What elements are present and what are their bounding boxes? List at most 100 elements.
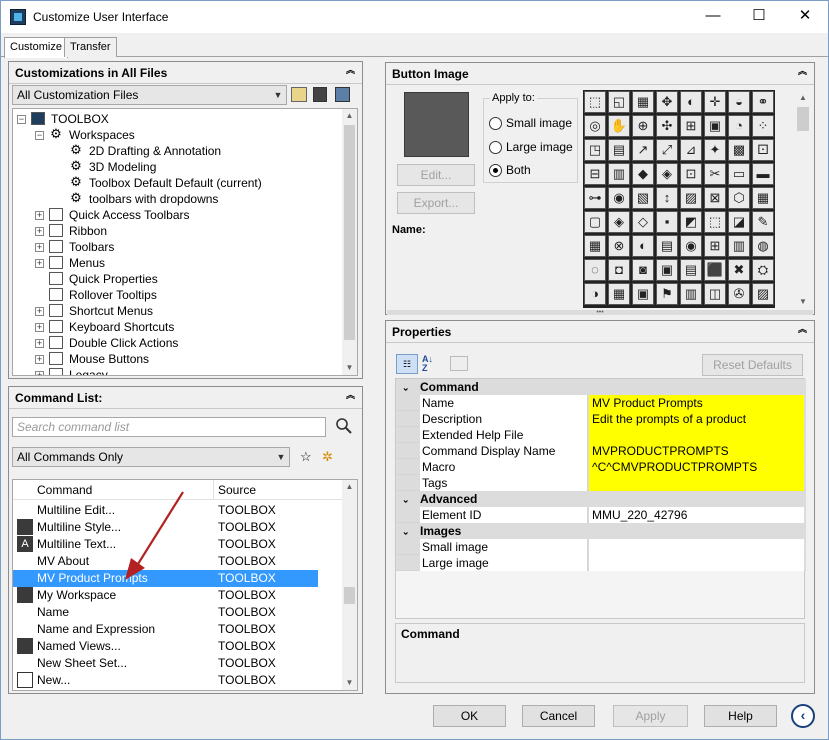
- gallery-image-icon[interactable]: ⚭: [752, 91, 774, 113]
- gallery-image-icon[interactable]: ⊞: [680, 115, 702, 137]
- scroll-thumb[interactable]: [344, 587, 355, 604]
- gallery-image-icon[interactable]: ◐: [632, 235, 654, 257]
- gallery-image-icon[interactable]: ⬚: [704, 211, 726, 233]
- gallery-image-icon[interactable]: ⊗: [608, 235, 630, 257]
- gallery-image-icon[interactable]: ▥: [608, 163, 630, 185]
- property-row[interactable]: Macro ^C^CMVPRODUCTPROMPTS: [396, 459, 806, 475]
- file-combo[interactable]: All Customization Files ▼: [12, 85, 287, 105]
- command-filter-combo[interactable]: All Commands Only ▼: [12, 447, 290, 467]
- property-grid[interactable]: ⌃ Command Name MV Product Prompts Descriptio…: [395, 378, 806, 619]
- tree-item[interactable]: + Double Click Actions: [13, 335, 343, 351]
- radio-small-image-label[interactable]: Small image: [506, 116, 572, 130]
- command-scrollbar[interactable]: ▲ ▼: [342, 480, 357, 690]
- gallery-image-icon[interactable]: ✎: [752, 211, 774, 233]
- gallery-image-icon[interactable]: ▢: [584, 211, 606, 233]
- gallery-image-icon[interactable]: ▦: [752, 187, 774, 209]
- command-row[interactable]: My Workspace TOOLBOX: [13, 587, 318, 604]
- property-row[interactable]: Element ID MMU_220_42796: [396, 507, 806, 523]
- property-value[interactable]: [589, 539, 804, 555]
- gallery-image-icon[interactable]: ▨: [752, 283, 774, 305]
- gallery-image-icon[interactable]: ⬚: [584, 91, 606, 113]
- gallery-image-icon[interactable]: ⊞: [704, 235, 726, 257]
- command-row[interactable]: Named Views... TOOLBOX: [13, 638, 318, 655]
- property-value[interactable]: ^C^CMVPRODUCTPROMPTS: [589, 459, 804, 475]
- close-button[interactable]: ✕: [782, 1, 828, 31]
- property-pages-icon[interactable]: [450, 356, 468, 371]
- categorized-view-icon[interactable]: ☷: [396, 354, 418, 374]
- gallery-image-icon[interactable]: ⊶: [584, 187, 606, 209]
- gallery-image-icon[interactable]: ▤: [656, 235, 678, 257]
- property-row[interactable]: Description Edit the prompts of a product: [396, 411, 806, 427]
- command-row[interactable]: Name TOOLBOX: [13, 604, 318, 621]
- gallery-image-icon[interactable]: ⚑: [656, 283, 678, 305]
- property-category[interactable]: ⌃ Images: [396, 523, 806, 539]
- gallery-image-icon[interactable]: ⁘: [752, 115, 774, 137]
- gallery-image-icon[interactable]: ✂: [704, 163, 726, 185]
- property-row[interactable]: Name MV Product Prompts: [396, 395, 806, 411]
- gallery-image-icon[interactable]: ▣: [632, 283, 654, 305]
- tree-item[interactable]: ⚙ 2D Drafting & Annotation: [13, 143, 343, 159]
- reset-defaults-button[interactable]: Reset Defaults: [702, 354, 803, 376]
- gallery-image-icon[interactable]: ⤢: [656, 139, 678, 161]
- gallery-image-icon[interactable]: ◙: [632, 259, 654, 281]
- export-button[interactable]: Export...: [397, 192, 475, 214]
- radio-small-image[interactable]: [489, 117, 502, 130]
- property-value[interactable]: MMU_220_42796: [589, 507, 804, 523]
- gallery-image-icon[interactable]: ↕: [656, 187, 678, 209]
- property-value[interactable]: [589, 555, 804, 571]
- gallery-image-icon[interactable]: ▣: [656, 259, 678, 281]
- gallery-image-icon[interactable]: ◱: [608, 91, 630, 113]
- command-row[interactable]: Name and Expression TOOLBOX: [13, 621, 318, 638]
- search-icon[interactable]: [335, 417, 353, 435]
- gallery-image-icon[interactable]: ⬛: [704, 259, 726, 281]
- find-command-icon[interactable]: ☆: [300, 449, 316, 465]
- radio-both-label[interactable]: Both: [506, 163, 531, 177]
- expand-node-icon[interactable]: +: [35, 227, 44, 236]
- gallery-image-icon[interactable]: ▥: [680, 283, 702, 305]
- gallery-image-icon[interactable]: ◉: [680, 235, 702, 257]
- collapse-category-icon[interactable]: ⌃: [402, 491, 410, 507]
- command-row[interactable]: New... TOOLBOX: [13, 672, 318, 689]
- property-value[interactable]: [589, 427, 804, 443]
- tree-item[interactable]: − TOOLBOX: [13, 111, 343, 127]
- expand-node-icon[interactable]: +: [35, 323, 44, 332]
- gallery-image-icon[interactable]: ▣: [704, 115, 726, 137]
- scroll-down-icon[interactable]: ▼: [342, 361, 357, 375]
- tree-item[interactable]: + Keyboard Shortcuts: [13, 319, 343, 335]
- property-row[interactable]: Small image: [396, 539, 806, 555]
- collapse-node-icon[interactable]: −: [35, 131, 44, 140]
- tree-item[interactable]: + Legacy: [13, 367, 343, 375]
- tree-scrollbar[interactable]: ▲ ▼: [342, 109, 357, 375]
- scroll-down-icon[interactable]: ▼: [342, 676, 357, 690]
- collapse-node-icon[interactable]: −: [17, 115, 26, 124]
- alphabetical-sort-icon[interactable]: A↓ Z: [422, 355, 440, 373]
- tree-item[interactable]: ⚙ Toolbox Default Default (current): [13, 175, 343, 191]
- new-command-icon[interactable]: ✲: [322, 449, 338, 465]
- gallery-image-icon[interactable]: ✋: [608, 115, 630, 137]
- search-input[interactable]: Search command list: [12, 417, 326, 437]
- gallery-image-icon[interactable]: ⊟: [584, 163, 606, 185]
- tree-item[interactable]: + Menus: [13, 255, 343, 271]
- gallery-image-icon[interactable]: ✦: [704, 139, 726, 161]
- customizations-tree[interactable]: − TOOLBOX − ⚙ Workspaces ⚙ 2D Drafting & Annot…: [12, 108, 358, 376]
- image-gallery[interactable]: ⬚ ◱ ▦ ✥ ◐ ✛ ◒ ⚭ ◎ ✋ ⊕ ✣ ⊞ ▣ ◔ ⁘ ◳ ▤ ↗ ⤢ ⊿ ✦ ▩ ⚀ ⊟ ▥ ◆ ◈ ⊡ ✂ ▭ ▬ ⊶ ◉ ▧ ↕ ▨ ⊠ ⬡ ▦…: [583, 90, 775, 308]
- command-row[interactable]: New Sheet Set... TOOLBOX: [13, 655, 318, 672]
- tab-transfer[interactable]: Transfer: [64, 37, 117, 57]
- tree-item[interactable]: ⚙ toolbars with dropdowns: [13, 191, 343, 207]
- tree-item[interactable]: + Mouse Buttons: [13, 351, 343, 367]
- tree-item[interactable]: − ⚙ Workspaces: [13, 127, 343, 143]
- gallery-image-icon[interactable]: ▨: [680, 187, 702, 209]
- tree-item[interactable]: + Quick Access Toolbars: [13, 207, 343, 223]
- gallery-image-icon[interactable]: ◎: [584, 115, 606, 137]
- collapse-pane-icon[interactable]: ‹: [791, 704, 815, 728]
- property-row[interactable]: Command Display Name MVPRODUCTPROMPTS: [396, 443, 806, 459]
- property-row[interactable]: Tags: [396, 475, 806, 491]
- gallery-image-icon[interactable]: ✇: [728, 283, 750, 305]
- gallery-image-icon[interactable]: ⚀: [752, 139, 774, 161]
- save-icon[interactable]: [313, 87, 327, 102]
- gallery-image-icon[interactable]: ⊿: [680, 139, 702, 161]
- expand-node-icon[interactable]: +: [35, 307, 44, 316]
- expand-node-icon[interactable]: +: [35, 243, 44, 252]
- gallery-image-icon[interactable]: ✖: [728, 259, 750, 281]
- tree-item[interactable]: + Toolbars: [13, 239, 343, 255]
